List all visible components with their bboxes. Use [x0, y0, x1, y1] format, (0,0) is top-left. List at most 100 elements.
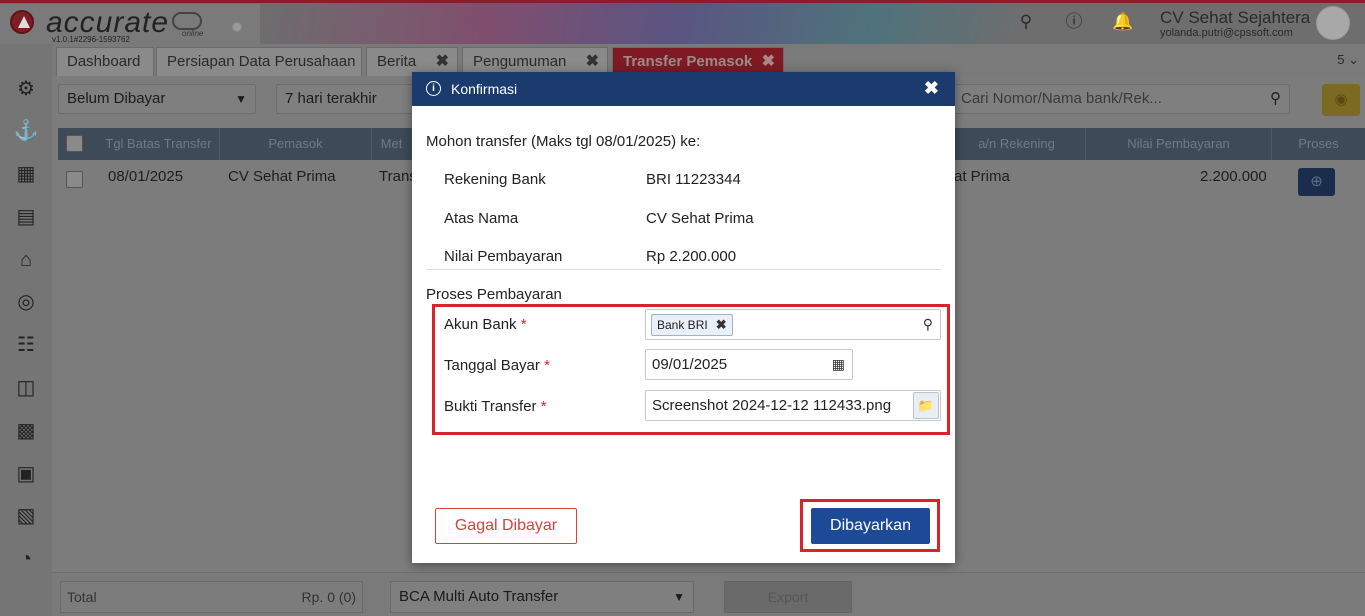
avatar[interactable] [1316, 6, 1350, 40]
confirmation-dialog: i Konfirmasi ✖ Mohon transfer (Maks tgl … [412, 72, 955, 563]
ledger-icon[interactable]: ▤ [13, 204, 39, 230]
sidebar: ⚙ ⚓ ▦ ▤ ⌂ ◎ ☷ ◫ ▩ ▣ ▧ ◔ [0, 44, 52, 616]
tab-persiapan-data[interactable]: Persiapan Data Perusahaan [156, 47, 362, 76]
calendar-icon[interactable]: ▦ [832, 350, 845, 379]
filter-button[interactable]: ◉ [1322, 84, 1360, 116]
col-metode[interactable]: Met [372, 128, 412, 160]
nilai-value: Rp 2.200.000 [646, 248, 737, 265]
status-dot-icon [232, 22, 242, 32]
tanggal-bayar-field[interactable]: 09/01/2025 ▦ [645, 349, 853, 380]
folder-icon[interactable]: 📁 [913, 392, 939, 419]
search-placeholder: Cari Nomor/Nama bank/Rek... [961, 90, 1162, 107]
gagal-dibayar-button[interactable]: Gagal Dibayar [435, 508, 577, 544]
tab-label: Transfer Pemasok [623, 53, 753, 70]
settings-icon[interactable]: ⚙ [13, 76, 39, 102]
bank-transfer-value: BCA Multi Auto Transfer [399, 588, 559, 605]
period-filter-select[interactable]: 7 hari terakhir [276, 84, 416, 114]
top-header: accurate online v1.0.1#2296-1593762 ⚲ ⓘ … [0, 0, 1365, 44]
total-value: Rp. 0 (0) [301, 589, 356, 605]
bell-icon[interactable]: 🔔 [1112, 12, 1133, 32]
row-an-rekening: at Prima [954, 168, 1010, 185]
footer-bar: Total Rp. 0 (0) BCA Multi Auto Transfer … [52, 572, 1365, 616]
asset-icon[interactable]: ▣ [13, 461, 39, 487]
status-filter-value: Belum Dibayar [67, 90, 166, 107]
required-mark: * [540, 398, 547, 415]
building-icon[interactable]: ▦ [13, 161, 39, 187]
money-bag-icon[interactable]: ◎ [13, 289, 39, 315]
sales-icon[interactable]: ◫ [13, 375, 39, 401]
search-icon[interactable]: ⚲ [1270, 85, 1281, 113]
col-nilai[interactable]: Nilai Pembayaran [1086, 128, 1272, 160]
period-filter-value: 7 hari terakhir [285, 90, 377, 107]
header-background-art [260, 0, 1020, 44]
cart-icon[interactable]: ☷ [13, 332, 39, 358]
rekening-value: BRI 11223344 [646, 171, 741, 188]
col-proses[interactable]: Proses [1272, 128, 1365, 160]
close-icon[interactable]: ✖ [924, 78, 939, 99]
tabs-more-count: 5 [1337, 52, 1345, 67]
tanggal-bayar-value: 09/01/2025 [652, 356, 728, 373]
bank-transfer-select[interactable]: BCA Multi Auto Transfer ▼ [390, 581, 694, 613]
rekening-label: Rekening Bank [444, 171, 546, 188]
section-title: Proses Pembayaran [426, 286, 562, 303]
col-pemasok[interactable]: Pemasok [220, 128, 372, 160]
logo-online: online [182, 29, 204, 38]
inventory-icon[interactable]: ▩ [13, 418, 39, 444]
select-all-checkbox[interactable] [66, 135, 83, 152]
dialog-title: Konfirmasi [451, 81, 518, 97]
tab-label: Persiapan Data Perusahaan [167, 53, 356, 70]
akun-bank-label-text: Akun Bank [444, 316, 517, 333]
cloud-icon [172, 12, 202, 30]
tabs-more-dropdown[interactable]: 5 ⌄ [1337, 52, 1359, 68]
app-logo[interactable]: accurate online v1.0.1#2296-1593762 [0, 4, 260, 44]
tanggal-bayar-label: Tanggal Bayar * [444, 357, 550, 374]
bukti-transfer-label-text: Bukti Transfer [444, 398, 537, 415]
row-pemasok: CV Sehat Prima [228, 168, 336, 185]
bukti-transfer-label: Bukti Transfer * [444, 398, 547, 415]
tab-label: Dashboard [67, 53, 141, 70]
help-icon[interactable]: ⓘ [1064, 12, 1084, 32]
nilai-label: Nilai Pembayaran [444, 248, 563, 265]
header-accent-line [0, 0, 1365, 3]
required-mark: * [544, 357, 550, 374]
info-icon: i [426, 81, 441, 96]
company-name: CV Sehat Sejahtera [1160, 8, 1311, 27]
tax-icon[interactable]: ▧ [13, 503, 39, 529]
search-input[interactable]: Cari Nomor/Nama bank/Rek... ⚲ [952, 84, 1290, 114]
row-checkbox[interactable] [66, 171, 83, 188]
col-an-rekening[interactable]: a/n Rekening [948, 128, 1086, 160]
bank-icon[interactable]: ⌂ [13, 247, 39, 273]
required-mark: * [520, 316, 527, 333]
tanggal-bayar-label-text: Tanggal Bayar [444, 357, 540, 374]
atas-nama-value: CV Sehat Prima [646, 210, 754, 227]
logo-icon [10, 10, 34, 34]
tab-label: Pengumuman [473, 53, 567, 70]
akun-bank-label: Akun Bank * [444, 316, 527, 333]
tab-label: Berita [377, 53, 417, 70]
proses-button[interactable]: ⊕ [1298, 168, 1335, 196]
transfer-instruction: Mohon transfer (Maks tgl 08/01/2025) ke: [426, 133, 701, 150]
selected-bank-value: Bank BRI [657, 318, 708, 332]
bukti-transfer-field[interactable]: Screenshot 2024-12-12 112433.png 📁 [645, 390, 941, 421]
search-icon[interactable]: ⚲ [1016, 12, 1036, 32]
app-version: v1.0.1#2296-1593762 [52, 35, 130, 44]
divider [426, 269, 941, 270]
selected-bank-chip: Bank BRI ✖ [651, 314, 733, 336]
chevron-down-icon: ▼ [235, 92, 247, 106]
export-button[interactable]: Export [724, 581, 852, 613]
row-nilai: 2.200.000 [1200, 168, 1267, 185]
search-icon[interactable]: ⚲ [923, 310, 933, 339]
bukti-transfer-value: Screenshot 2024-12-12 112433.png [652, 397, 892, 414]
status-filter-select[interactable]: Belum Dibayar ▼ [58, 84, 256, 114]
col-tgl-batas[interactable]: Tgl Batas Transfer [98, 128, 220, 160]
chevron-down-icon: ▼ [673, 590, 685, 604]
report-icon[interactable]: ◔ [13, 546, 39, 572]
row-tgl: 08/01/2025 [108, 168, 184, 185]
akun-bank-field[interactable]: Bank BRI ✖ ⚲ [645, 309, 941, 340]
atas-nama-label: Atas Nama [444, 210, 519, 227]
company-icon[interactable]: ⚓ [13, 118, 39, 144]
remove-chip-icon[interactable]: ✖ [716, 315, 727, 335]
user-email: yolanda.putri@cpssoft.com [1160, 27, 1293, 39]
dibayarkan-button[interactable]: Dibayarkan [811, 508, 930, 544]
tab-dashboard[interactable]: Dashboard [56, 47, 154, 76]
